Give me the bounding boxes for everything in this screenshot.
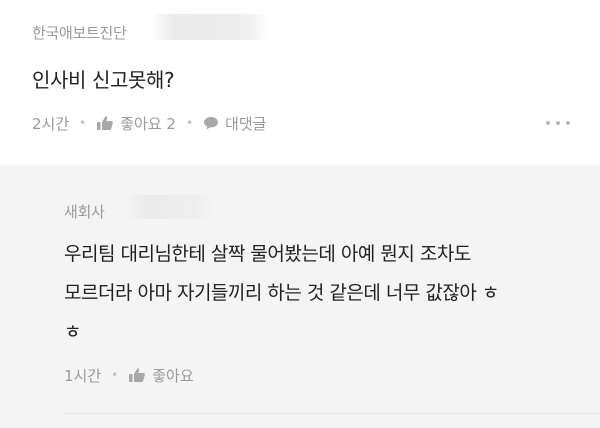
reply-like-label: 좋아요 bbox=[152, 366, 194, 385]
reply-button[interactable]: 대댓글 bbox=[203, 113, 266, 134]
reply-author[interactable]: 새회사 bbox=[64, 201, 105, 222]
reply-text: 우리팀 대리님한테 살짝 물어봤는데 아예 뭔지 조차도 모르더라 아마 자기들… bbox=[64, 235, 589, 352]
comment-text: 인사비 신고못해? bbox=[32, 68, 175, 92]
separator-dot: • bbox=[111, 368, 119, 382]
more-dots-icon[interactable] bbox=[546, 121, 570, 125]
reply-text-line: 우리팀 대리님한테 살짝 물어봤는데 아예 뭔지 조차도 bbox=[64, 243, 471, 265]
comment-author[interactable]: 한국애보트진단 bbox=[32, 22, 127, 43]
reply-meta: 1시간 • 좋아요 bbox=[64, 364, 194, 386]
blurred-author-detail bbox=[150, 14, 270, 40]
reply-time: 1시간 bbox=[64, 366, 102, 385]
comment: 한국애보트진단 인사비 신고못해? 2시간 • 좋아요 2 • 대댓글 bbox=[0, 0, 600, 165]
reply-text-line: 모르더라 아마 자기들끼리 하는 것 같은데 너무 값잖아 ㅎ bbox=[64, 282, 499, 304]
speech-bubble-icon bbox=[204, 117, 219, 130]
separator-dot: • bbox=[79, 116, 87, 130]
thumbs-up-icon bbox=[97, 116, 114, 130]
dot bbox=[556, 121, 560, 125]
like-label: 좋아요 2 bbox=[120, 114, 176, 133]
dot bbox=[546, 121, 550, 125]
reply-text-line: ㅎ bbox=[64, 321, 81, 343]
reply-container: 새회사 우리팀 대리님한테 살짝 물어봤는데 아예 뭔지 조차도 모르더라 아마… bbox=[0, 165, 600, 428]
dot bbox=[566, 121, 570, 125]
blurred-author-detail bbox=[124, 195, 214, 219]
reply: 새회사 우리팀 대리님한테 살짝 물어봤는데 아예 뭔지 조차도 모르더라 아마… bbox=[64, 165, 600, 428]
divider bbox=[64, 413, 600, 414]
reply-like-button[interactable]: 좋아요 bbox=[128, 365, 194, 386]
comment-meta: 2시간 • 좋아요 2 • 대댓글 bbox=[32, 112, 266, 134]
separator-dot: • bbox=[185, 116, 194, 130]
thumbs-up-icon bbox=[129, 368, 146, 382]
reply-label: 대댓글 bbox=[225, 114, 267, 133]
comment-time: 2시간 bbox=[32, 114, 70, 133]
comment-thread: 한국애보트진단 인사비 신고못해? 2시간 • 좋아요 2 • 대댓글 새회사 … bbox=[0, 0, 600, 428]
like-button[interactable]: 좋아요 2 bbox=[96, 113, 176, 134]
